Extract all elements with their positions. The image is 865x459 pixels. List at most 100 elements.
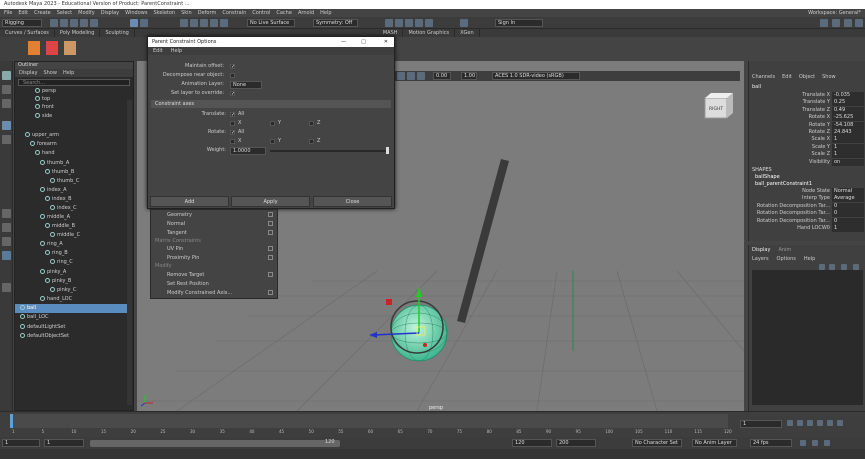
menu-item-set-rest-position[interactable]: Set Rest Position — [155, 280, 275, 288]
channel-row[interactable]: Translate Z 0.49 — [749, 106, 865, 114]
outliner-item-middle-b[interactable]: middle_B — [15, 222, 127, 231]
outliner-menu-display[interactable]: Display — [19, 69, 37, 77]
outliner-item-ball[interactable]: ball — [15, 304, 127, 313]
single-layout-icon[interactable] — [2, 209, 11, 218]
decompose-checkbox[interactable] — [230, 73, 235, 78]
channel-row[interactable]: Translate Y 0.25 — [749, 99, 865, 107]
menu-item-uv-pin[interactable]: UV Pin — [155, 245, 275, 253]
outliner-item-middle-a[interactable]: middle_A — [15, 213, 127, 222]
weight-slider-handle[interactable] — [386, 147, 389, 154]
constraint-attr-value[interactable]: 0 — [832, 202, 864, 210]
menu-item-tangent[interactable]: Tangent — [155, 229, 275, 237]
menu-item-geometry[interactable]: Geometry — [155, 211, 275, 219]
menuset-dropdown[interactable]: Rigging — [2, 19, 42, 27]
snap-curve-icon[interactable] — [190, 19, 198, 27]
channel-menu-show[interactable]: Show — [822, 74, 836, 80]
constraint-row[interactable]: Rotation Decomposition Tar... 0 — [749, 217, 865, 225]
fps-dropdown[interactable]: 24 fps — [750, 439, 792, 447]
dialog-menu-help[interactable]: Help — [171, 47, 182, 55]
constraint-attr-value[interactable]: 1 — [832, 225, 864, 232]
move-tool-icon[interactable] — [2, 121, 11, 130]
constraint-attr-value[interactable]: 0 — [832, 210, 864, 218]
layer-tab-display[interactable]: Display — [752, 247, 770, 253]
channel-row[interactable]: Rotate Z 24.843 — [749, 129, 865, 136]
search-icon[interactable] — [2, 283, 11, 292]
constraint-attr-value[interactable]: Normal — [832, 188, 864, 195]
snap-surface-icon[interactable] — [220, 19, 228, 27]
close-icon[interactable]: ✕ — [384, 37, 388, 47]
outliner-layout-icon[interactable] — [2, 251, 11, 260]
menu-arnold[interactable]: Arnold — [298, 10, 314, 16]
playback-start-field[interactable]: 1 — [44, 439, 84, 447]
bind-skin-icon[interactable] — [64, 41, 76, 55]
shelf-tab-curves[interactable]: Curves / Surfaces — [0, 29, 55, 37]
outliner-item-ring-a[interactable]: ring_A — [15, 240, 127, 249]
exposure-field[interactable]: 0.00 — [433, 72, 451, 80]
select-tool-icon[interactable] — [2, 71, 11, 80]
menu-display[interactable]: Display — [101, 10, 119, 16]
maximize-icon[interactable]: □ — [361, 37, 366, 47]
menu-create[interactable]: Create — [34, 10, 51, 16]
step-forward-icon[interactable] — [827, 420, 833, 426]
minimize-icon[interactable]: — — [341, 37, 346, 47]
channel-row[interactable]: Scale X1 — [749, 136, 865, 144]
menu-edit[interactable]: Edit — [18, 10, 28, 16]
shelf-tab-xgen[interactable]: XGen — [455, 29, 480, 37]
outliner-item-index-a[interactable]: index_A — [15, 186, 127, 195]
channel-value[interactable]: 0.49 — [832, 106, 864, 114]
view-cube[interactable] — [704, 93, 733, 119]
modeling-toolkit-icon[interactable] — [820, 19, 828, 27]
channel-menu-object[interactable]: Object — [799, 74, 815, 80]
wireframe-icon[interactable] — [417, 72, 425, 80]
menu-skeleton[interactable]: Skeleton — [153, 10, 175, 16]
current-frame-field[interactable]: 1 — [740, 420, 782, 428]
rotate-y-checkbox[interactable] — [270, 139, 275, 144]
shelf-tab-motion[interactable]: Motion Graphics — [403, 29, 456, 37]
dialog-menu-edit[interactable]: Edit — [153, 47, 163, 55]
outliner-search-input[interactable]: Search... — [18, 79, 130, 86]
anim-end-field[interactable]: 200 — [556, 439, 596, 447]
lasso-tool-icon[interactable] — [2, 85, 11, 94]
outliner-item-ring-c[interactable]: ring_C — [15, 258, 127, 267]
open-scene-icon[interactable] — [60, 19, 68, 27]
outliner-item-ball-loc[interactable]: ball_LOC — [15, 313, 127, 322]
layer-tab-anim[interactable]: Anim — [778, 247, 791, 253]
layer-list[interactable] — [752, 270, 863, 405]
channel-value[interactable]: 1 — [832, 143, 864, 151]
translate-all-checkbox[interactable]: ✓ — [230, 112, 235, 118]
render-icon[interactable] — [385, 19, 393, 27]
layer-menu-layers[interactable]: Layers — [752, 256, 769, 262]
outliner-item-hand-loc[interactable]: hand_LOC — [15, 295, 127, 304]
outliner-item-ring-b[interactable]: ring_B — [15, 249, 127, 258]
go-to-start-icon[interactable] — [787, 420, 793, 426]
constraint-row[interactable]: Rotation Decomposition Tar... 0 — [749, 202, 865, 210]
channel-row[interactable]: Scale Z1 — [749, 151, 865, 159]
add-button[interactable]: Add — [150, 196, 229, 207]
command-line[interactable] — [0, 449, 865, 459]
playback-end-field[interactable]: 120 — [512, 439, 552, 447]
paint-select-icon[interactable] — [2, 99, 11, 108]
constraint-row[interactable]: Node State Normal — [749, 188, 865, 195]
menu-control[interactable]: Control — [252, 10, 270, 16]
channel-row[interactable]: Rotate X -25.625 — [749, 114, 865, 122]
outliner-item-defaultlightset[interactable]: defaultLightSet — [15, 323, 127, 332]
menu-skin[interactable]: Skin — [181, 10, 192, 16]
sourcelight-icon[interactable] — [460, 19, 468, 27]
channel-value[interactable]: on — [832, 158, 864, 166]
menu-item-remove-target[interactable]: Remove Target — [155, 271, 275, 279]
play-back-icon[interactable] — [807, 420, 813, 426]
weight-field[interactable]: 1.0000 — [230, 147, 266, 155]
translate-z-checkbox[interactable] — [309, 121, 314, 126]
joint-tool-icon[interactable] — [28, 41, 40, 55]
time-slider-track[interactable] — [10, 414, 728, 428]
outliner-item-pinky-b[interactable]: pinky_B — [15, 277, 127, 286]
maintain-offset-checkbox[interactable]: ✓ — [230, 64, 235, 70]
outliner-item-front[interactable]: front — [15, 103, 127, 112]
outliner-item-upper-arm[interactable]: upper_arm — [15, 131, 127, 140]
time-slider[interactable]: 1 5 10 15 20 25 30 35 40 45 50 55 60 65 70 75 80 85 90 95 10… — [0, 411, 865, 437]
grid-toggle-icon[interactable] — [407, 72, 415, 80]
hypershade-icon[interactable] — [415, 19, 423, 27]
outliner-item-middle-c[interactable]: middle_C — [15, 231, 127, 240]
attribute-editor-icon[interactable] — [832, 19, 840, 27]
symmetry-dropdown[interactable]: Symmetry: Off — [313, 19, 358, 27]
